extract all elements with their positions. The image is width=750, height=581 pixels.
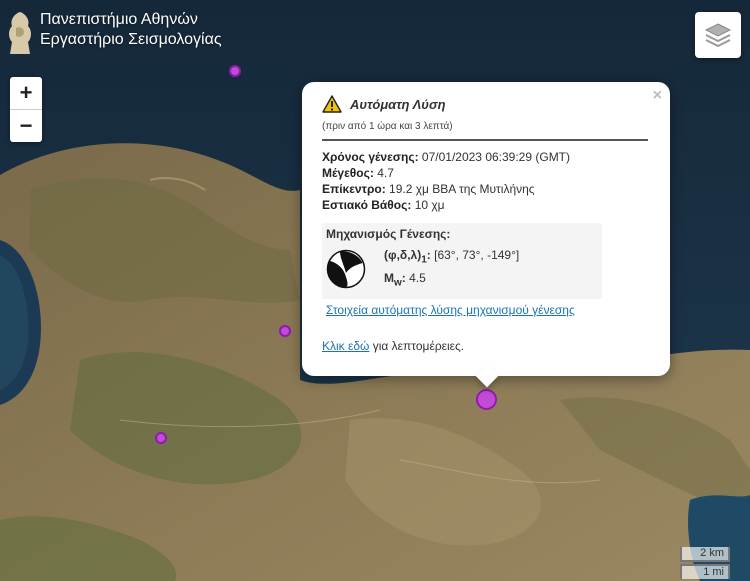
earthquake-popup: × Αυτόματη Λύση (πριν από 1 ώρα και 3 λε… — [302, 82, 670, 388]
epicenter-label: Επίκεντρο: — [322, 182, 386, 196]
zoom-control: + − — [10, 77, 42, 142]
mw-value: 4.5 — [409, 271, 426, 286]
popup-title: Αυτόματη Λύση — [350, 96, 446, 112]
angles-value: [63°, 73°, -149°] — [434, 248, 520, 262]
warning-triangle-icon — [322, 95, 342, 113]
mw-row: Mw: 4.5 — [384, 271, 426, 289]
depth-row: Εστιακό Βάθος: 10 χμ — [322, 197, 648, 213]
brand-header: Πανεπιστήμιο Αθηνών Εργαστήριο Σεισμολογ… — [6, 10, 222, 56]
magnitude-value: 4.7 — [377, 166, 394, 180]
brand-lab-name: Εργαστήριο Σεισμολογίας — [40, 31, 222, 48]
origin-time-row: Χρόνος γένεσης: 07/01/2023 06:39:29 (GMT… — [322, 149, 648, 165]
angles-label: (φ,δ,λ) — [384, 248, 422, 262]
selected-earthquake-marker[interactable] — [476, 389, 497, 410]
epicenter-row: Επίκεντρο: 19.2 χμ ΒΒΑ της Μυτιλήνης — [322, 181, 648, 197]
mechanism-angles-row: (φ,δ,λ)1: [63°, 73°, -149°] — [384, 248, 520, 266]
beachball-icon — [326, 250, 366, 289]
depth-label: Εστιακό Βάθος: — [322, 198, 412, 212]
earthquake-marker[interactable] — [155, 432, 167, 444]
origin-time-value: 07/01/2023 06:39:29 (GMT) — [421, 150, 571, 164]
earthquake-marker[interactable] — [229, 65, 241, 77]
earthquake-marker[interactable] — [279, 325, 291, 337]
depth-value: 10 χμ — [414, 198, 445, 212]
zoom-out-button[interactable]: − — [10, 109, 42, 142]
details-text: για λεπτομέρειες. — [369, 338, 465, 353]
scale-km: 2 km — [680, 547, 730, 562]
epicenter-value: 19.2 χμ ΒΒΑ της Μυτιλήνης — [389, 182, 535, 196]
mw-subscript: w — [394, 277, 402, 289]
layers-icon — [704, 23, 732, 48]
popup-close-button[interactable]: × — [653, 87, 662, 105]
magnitude-row: Μέγεθος: 4.7 — [322, 165, 648, 181]
popup-divider — [322, 139, 648, 141]
magnitude-label: Μέγεθος: — [322, 166, 374, 180]
layers-button[interactable] — [695, 12, 741, 58]
mw-label: M — [384, 271, 394, 286]
scale-mi: 1 mi — [680, 564, 730, 579]
details-link[interactable]: Κλικ εδώ — [322, 339, 369, 353]
popup-time-ago: (πριν από 1 ώρα και 3 λεπτά) — [322, 121, 453, 132]
mechanism-details-link[interactable]: Στοιχεία αυτόματης λύσης μηχανισμού γένε… — [326, 303, 575, 317]
brand-university-name: Πανεπιστήμιο Αθηνών — [40, 11, 198, 28]
zoom-in-button[interactable]: + — [10, 77, 42, 109]
origin-time-label: Χρόνος γένεσης: — [322, 150, 419, 164]
focal-mechanism-title: Μηχανισμός Γένεσης: — [326, 227, 451, 241]
scale-bar: 2 km 1 mi — [680, 547, 730, 579]
university-logo — [9, 12, 31, 54]
popup-footer: Κλικ εδώ για λεπτομέρειες. — [322, 339, 648, 353]
angles-subscript: 1 — [421, 254, 427, 266]
focal-mechanism-box: Μηχανισμός Γένεσης: (φ,δ,λ)1: [63°, 73°,… — [322, 223, 602, 299]
